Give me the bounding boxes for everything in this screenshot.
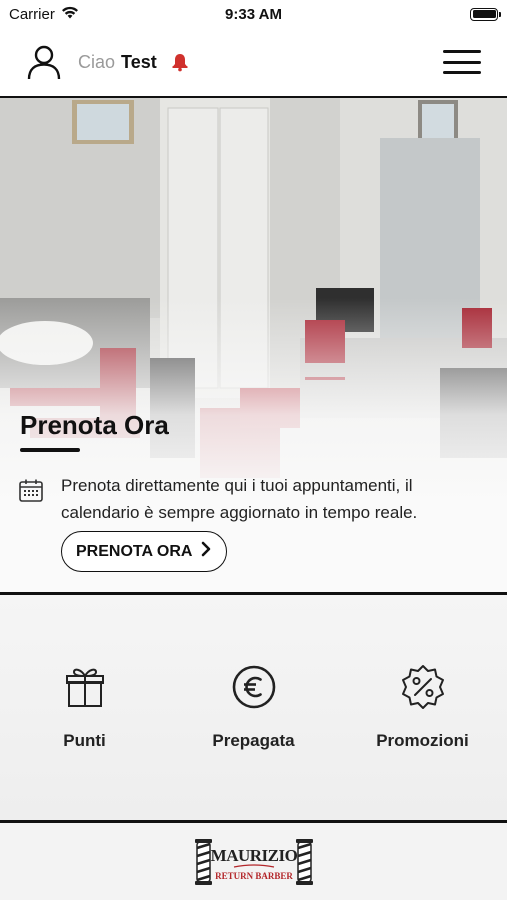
feature-points[interactable]: Punti — [0, 595, 169, 820]
feature-label: Promozioni — [376, 731, 469, 750]
greeting: Ciao Test — [78, 52, 157, 73]
gift-icon — [61, 663, 109, 711]
app-header: Ciao Test — [0, 28, 507, 96]
discount-badge-icon — [399, 663, 447, 711]
euro-icon — [230, 663, 278, 711]
hero-description: Prenota direttamente qui i tuoi appuntam… — [61, 476, 418, 522]
title-underline — [20, 448, 80, 452]
battery-icon — [470, 7, 501, 21]
footer: MAURIZIO RETURN BARBER — [0, 823, 507, 900]
status-bar: Carrier 9:33 AM — [0, 0, 507, 28]
brand-logo: MAURIZIO RETURN BARBER — [194, 838, 313, 885]
feature-prepaid[interactable]: Prepagata — [169, 595, 338, 820]
user-icon[interactable] — [24, 42, 64, 82]
chevron-right-icon — [200, 541, 212, 562]
features-bar: Punti Prepagata Promozioni — [0, 595, 507, 820]
book-now-button[interactable]: PRENOTA ORA — [61, 531, 228, 572]
book-now-label: PRENOTA ORA — [76, 542, 193, 560]
feature-promotions[interactable]: Promozioni — [338, 595, 507, 820]
logo-bottom-text: RETURN BARBER — [215, 871, 293, 881]
feature-label: Punti — [63, 731, 106, 750]
status-left: Carrier — [9, 6, 79, 23]
feature-label: Prepagata — [212, 731, 295, 750]
logo-top-text: MAURIZIO — [210, 846, 297, 865]
calendar-icon — [18, 478, 44, 504]
hero-section: Prenota Ora Prenota direttamente qui i t… — [0, 98, 507, 592]
hamburger-menu-icon[interactable] — [441, 46, 483, 78]
carrier-label: Carrier — [9, 5, 55, 23]
greeting-word: Ciao — [78, 51, 116, 72]
wifi-icon — [61, 6, 79, 23]
user-name: Test — [121, 51, 157, 72]
bell-icon[interactable] — [169, 51, 191, 73]
hero-title: Prenota Ora — [20, 410, 169, 440]
